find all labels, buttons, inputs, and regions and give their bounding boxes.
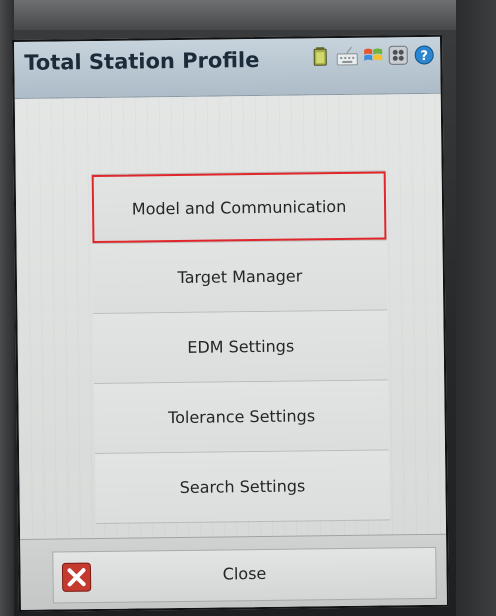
device-bezel-top [0,0,496,30]
menu-item-edm-settings[interactable]: EDM Settings [93,310,389,385]
close-button-label: Close [222,563,267,584]
menu-item-label: Tolerance Settings [167,406,316,428]
status-icons: ? [310,45,434,67]
screen: Total Station Profile ? Model and Commun… [12,34,449,612]
keyboard-icon[interactable] [336,46,358,66]
windows-start-icon[interactable] [362,45,383,65]
device-frame: Total Station Profile ? Model and Commun… [0,0,496,616]
menu-item-search-settings[interactable]: Search Settings [95,450,390,525]
menu-item-target-manager[interactable]: Target Manager [92,240,388,315]
title-bar: Total Station Profile ? [14,36,441,99]
content-area: Model and Communication Target Manager E… [14,93,447,539]
help-icon[interactable]: ? [414,45,434,65]
menu-item-tolerance-settings[interactable]: Tolerance Settings [94,380,390,455]
svg-text:?: ? [420,49,428,64]
window-title: Total Station Profile [24,47,260,75]
menu-item-model-and-communication[interactable]: Model and Communication [91,170,387,245]
profile-menu: Model and Communication Target Manager E… [91,170,390,525]
bottom-toolbar: Close [20,533,447,612]
device-bezel-right [456,0,496,616]
menu-item-label: Target Manager [177,266,303,287]
grid-menu-icon[interactable] [388,45,408,65]
close-button[interactable]: Close [52,546,437,604]
menu-item-label: Search Settings [179,476,306,497]
battery-icon[interactable] [310,46,330,66]
menu-item-label: EDM Settings [187,336,295,357]
highlight-box [91,171,387,244]
